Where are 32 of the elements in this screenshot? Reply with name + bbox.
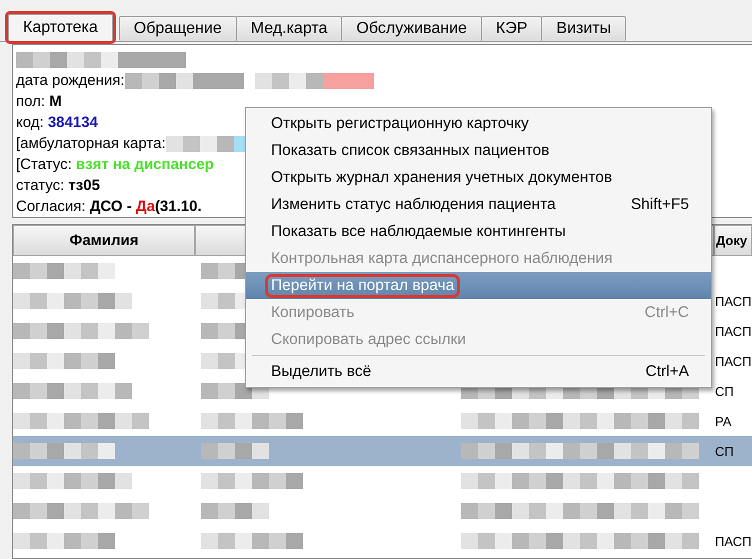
- info-text: взят на диспансер: [76, 156, 214, 173]
- table-cell: ПАСП: [715, 324, 752, 338]
- info-text: Согласия:: [16, 198, 87, 215]
- info-text: дата рождения:: [16, 72, 125, 89]
- table-cell: ПАСП: [715, 534, 752, 548]
- menu-item-label: Копировать: [271, 304, 354, 322]
- shortcut-text: Ctrl+C: [644, 304, 689, 322]
- table-cell: СП: [715, 444, 734, 458]
- info-text: статус:: [16, 177, 66, 194]
- info-text: [амбулаторная карта:: [16, 135, 166, 152]
- info-text: Да: [136, 198, 155, 215]
- table-cell: ПАСП: [715, 294, 752, 308]
- menu-item-label: Изменить статус наблюдения пациента: [271, 196, 556, 214]
- info-text: ДСО -: [90, 198, 133, 215]
- info-text: тз05: [68, 177, 100, 194]
- info-text: код:: [16, 114, 45, 131]
- info-text: (31.10.: [154, 198, 202, 215]
- menu-item-label: Скопировать адрес ссылки: [271, 330, 466, 348]
- menu-item-label: Показать список связанных пациентов: [271, 142, 550, 160]
- menu-item-label: Перейти на портал врача: [268, 276, 458, 294]
- table-cell: РА: [715, 414, 732, 428]
- info-text: пол:: [16, 93, 46, 110]
- menu-item-label: Показать все наблюдаемые контингенты: [271, 222, 566, 240]
- info-text: 384134: [48, 114, 98, 131]
- info-text: M: [49, 93, 62, 110]
- shortcut-text: Shift+F5: [630, 196, 689, 214]
- menu-item-label: Открыть регистрационную карточку: [271, 114, 529, 132]
- menu-item-label: Открыть журнал хранения учетных документов: [271, 168, 612, 186]
- info-text: [Статус:: [16, 156, 73, 173]
- table-cell: СП: [715, 384, 734, 398]
- table-cell: ПАСП: [715, 354, 752, 368]
- menu-item-label: Контрольная карта диспансерного наблюдения: [271, 250, 612, 268]
